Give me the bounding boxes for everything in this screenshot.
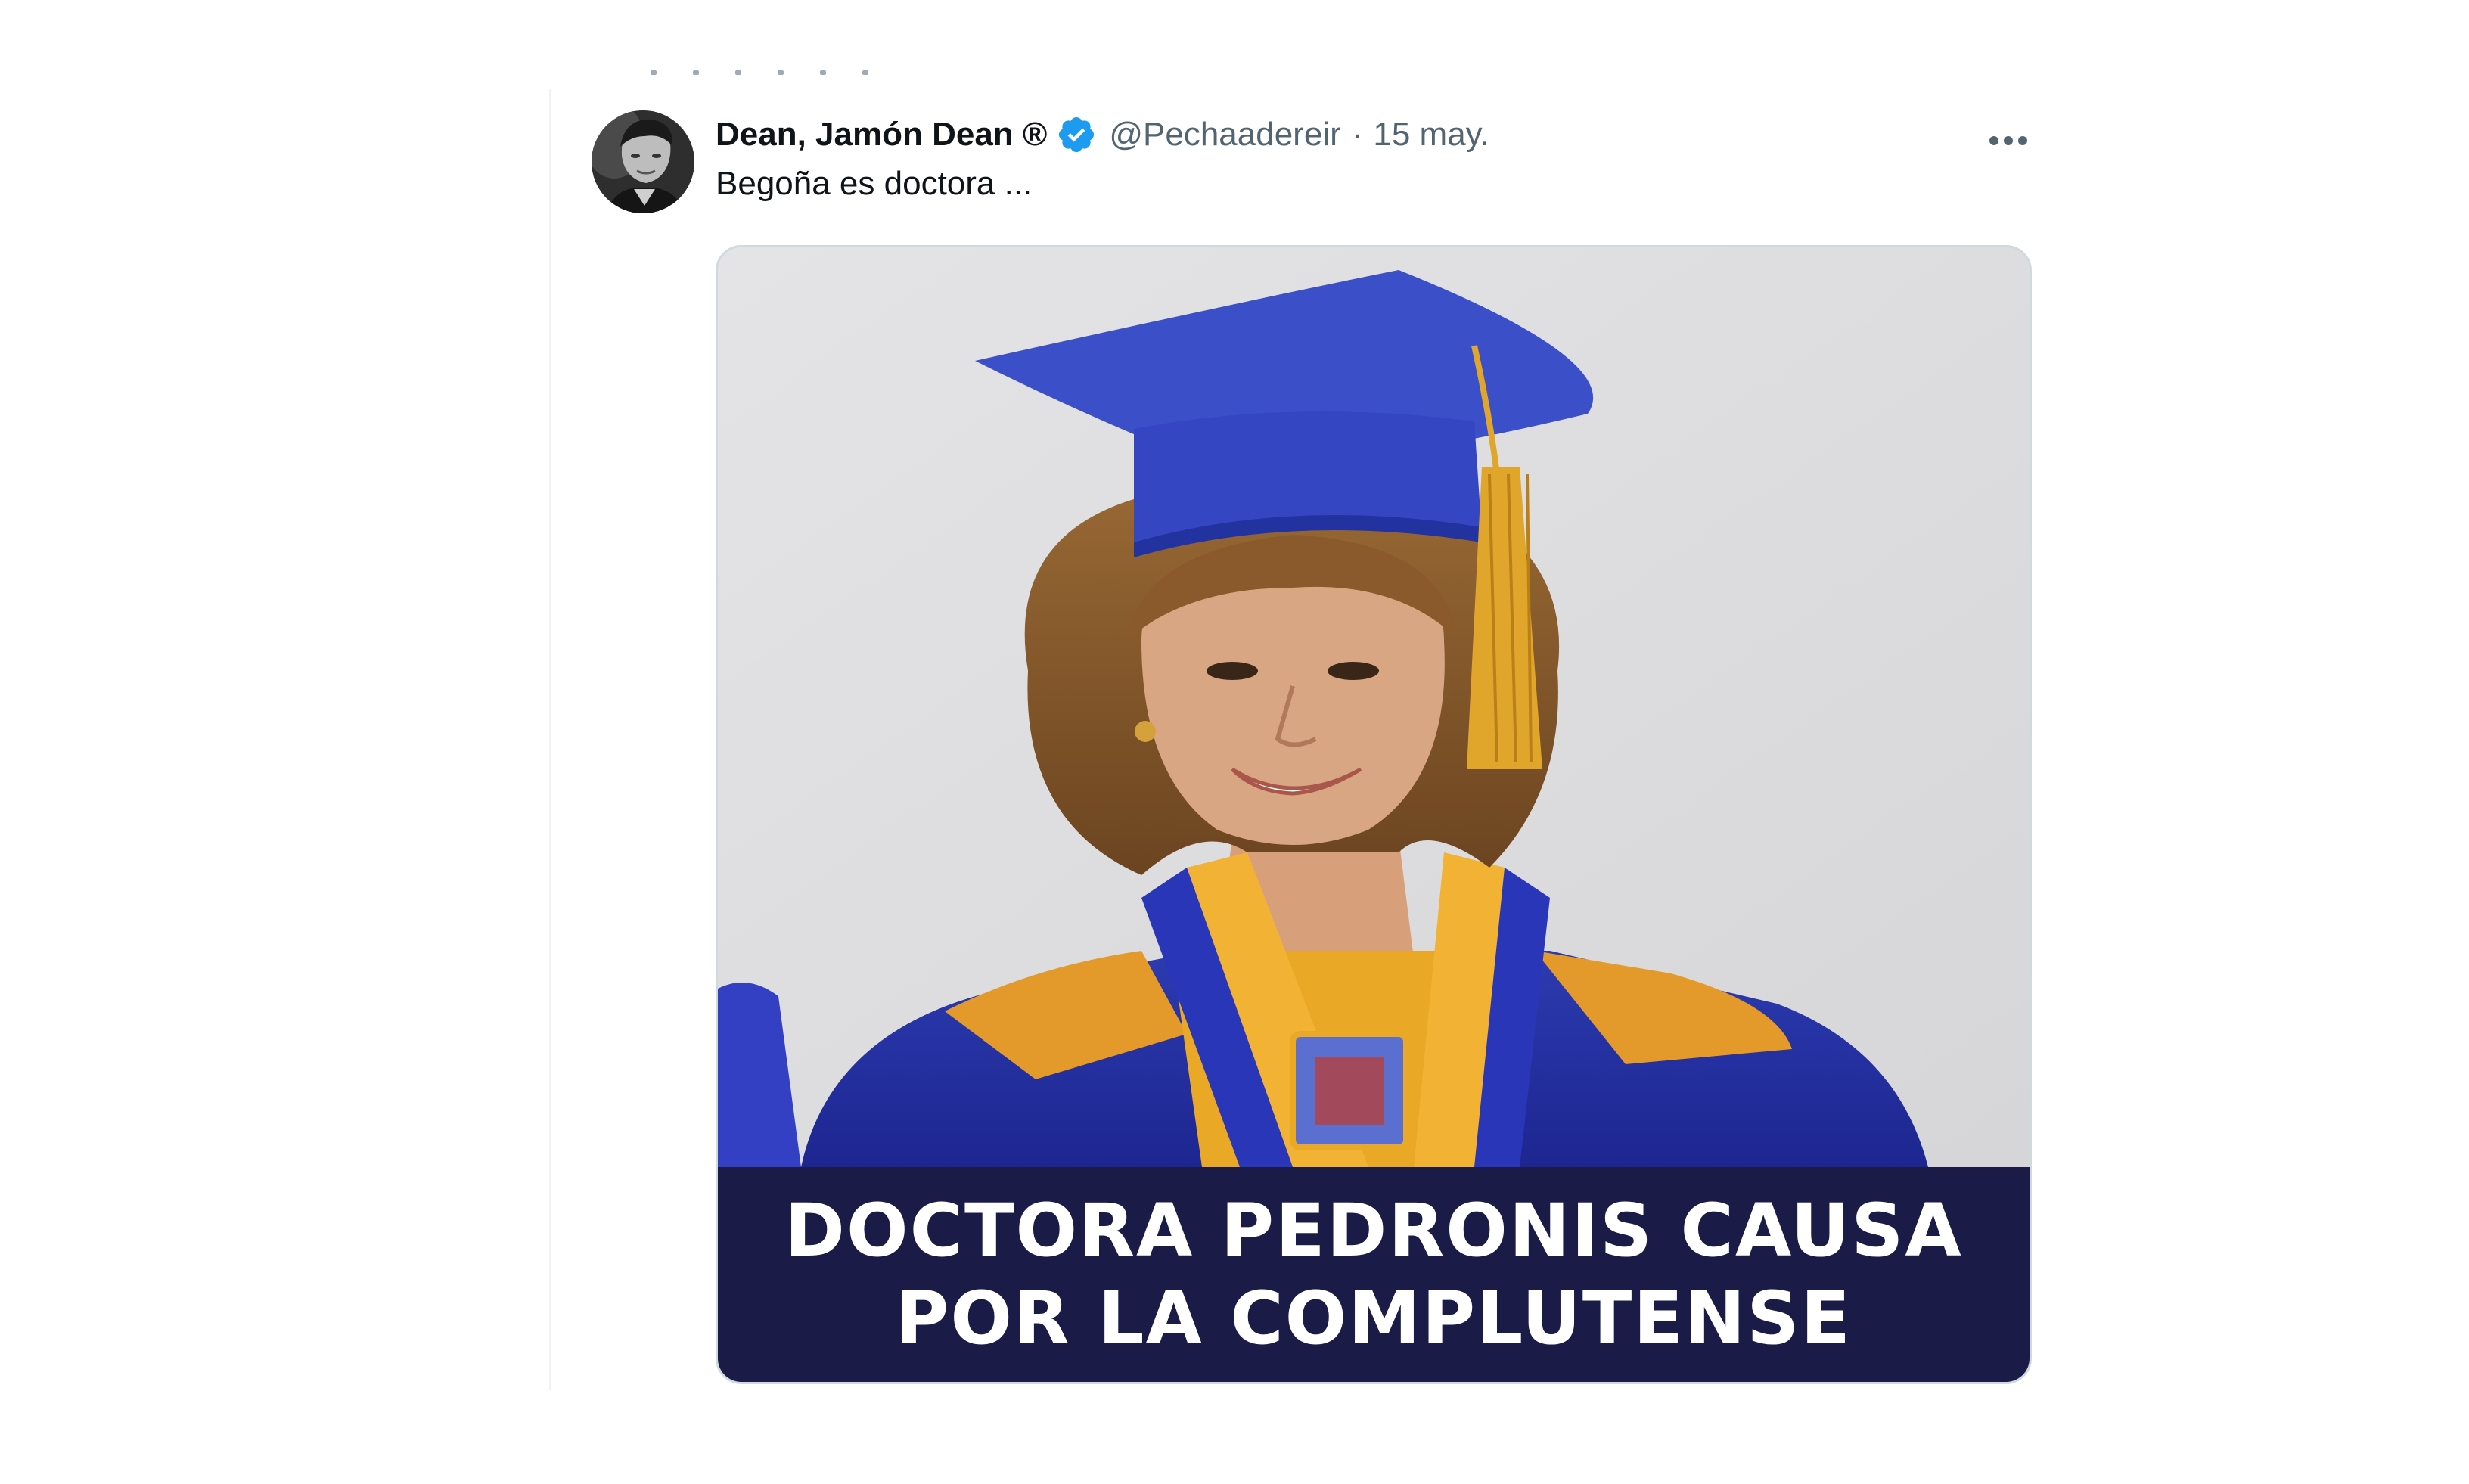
tweet[interactable]: Dean, Jamón Dean ® @Pechaadereir · 15 ma… (552, 89, 2080, 1405)
timeline-divider (549, 89, 551, 1390)
tweet-text: Begoña es doctora ... (716, 165, 1033, 202)
display-name[interactable]: Dean, Jamón Dean ® (716, 116, 1047, 154)
ellipsis-icon (1989, 136, 2027, 145)
caption-line-1: DOCTORA PEDRONIS CAUSA (784, 1188, 1963, 1273)
graduation-photo (718, 247, 2030, 1167)
more-options-button[interactable] (1974, 118, 2042, 163)
separator-dot: · (1351, 116, 1363, 153)
caption-line-2: POR LA COMPLUTENSE (896, 1276, 1852, 1361)
tweet-media[interactable]: DOCTORA PEDRONIS CAUSA POR LA COMPLUTENS… (716, 245, 2032, 1384)
clipped-previous-content (651, 65, 1135, 80)
caption-band: DOCTORA PEDRONIS CAUSA POR LA COMPLUTENS… (718, 1167, 2030, 1382)
tweet-header: Dean, Jamón Dean ® @Pechaadereir · 15 ma… (716, 112, 1489, 157)
tweet-date[interactable]: 15 may. (1373, 116, 1489, 154)
verified-badge-icon (1059, 116, 1095, 153)
avatar[interactable] (592, 110, 694, 213)
avatar-photo (592, 110, 694, 213)
handle[interactable]: @Pechaadereir (1109, 116, 1340, 154)
